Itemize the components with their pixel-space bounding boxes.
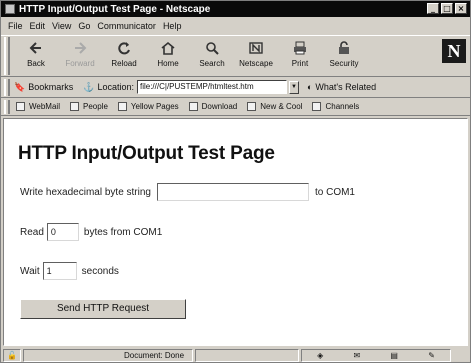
- security-status-icon[interactable]: 🔓: [3, 348, 21, 362]
- wait-label: Wait: [20, 265, 40, 277]
- location-input[interactable]: file:///C|/PUSTEMP/htmltest.htm: [136, 80, 287, 94]
- personal-item-label: New & Cool: [260, 102, 303, 111]
- wait-seconds-input[interactable]: 1: [42, 262, 77, 280]
- menu-edit[interactable]: Edit: [30, 21, 46, 31]
- reload-icon: [115, 39, 133, 57]
- home-icon: [159, 39, 177, 57]
- menu-communicator[interactable]: Communicator: [97, 21, 156, 31]
- navigator-icon[interactable]: ◈: [317, 351, 323, 360]
- home-label: Home: [157, 59, 179, 68]
- progress-bar: [195, 348, 299, 362]
- personal-item-label: People: [82, 102, 108, 111]
- location-toolbar: 🔖 Bookmarks ⚓ Location: file:///C|/PUSTE…: [1, 77, 470, 98]
- write-row: Write hexadecimal byte string to COM1: [20, 183, 355, 201]
- navigation-toolbar: Back Forward Reload Home Search Netscape…: [1, 35, 470, 77]
- forward-button[interactable]: Forward: [58, 36, 102, 76]
- composer-icon[interactable]: ✎: [428, 351, 435, 360]
- wait-row: Wait 1 seconds: [20, 262, 119, 280]
- status-bar: 🔓 Document: Done ◈ ✉ ▤ ✎: [1, 347, 470, 363]
- personal-item-new-cool[interactable]: New & Cool: [247, 102, 302, 111]
- wait-unit-label: seconds: [81, 265, 119, 277]
- personal-item-channels[interactable]: Channels: [312, 102, 359, 111]
- home-button[interactable]: Home: [146, 36, 190, 76]
- search-label: Search: [199, 59, 225, 68]
- page-icon: [247, 102, 257, 111]
- personal-item-label: Download: [201, 102, 238, 111]
- whats-related-label: What's Related: [315, 82, 377, 92]
- folder-icon: [312, 102, 322, 111]
- write-label: Write hexadecimal byte string: [20, 186, 151, 198]
- app-icon: [5, 4, 15, 14]
- menu-help[interactable]: Help: [163, 21, 182, 31]
- back-arrow-icon: [27, 39, 45, 57]
- discussion-icon[interactable]: ▤: [390, 351, 398, 360]
- personal-toolbar: WebMail People Yellow Pages Download New…: [1, 98, 470, 116]
- title-bar: HTTP Input/Output Test Page - Netscape _…: [1, 1, 470, 17]
- personal-item-download[interactable]: Download: [188, 102, 238, 111]
- page-icon: [69, 102, 79, 111]
- read-bytes-input[interactable]: 0: [46, 223, 79, 241]
- back-button[interactable]: Back: [14, 36, 58, 76]
- write-hex-input[interactable]: [156, 183, 309, 201]
- menu-bar: File Edit View Go Communicator Help: [1, 17, 470, 34]
- page-icon: [16, 102, 25, 111]
- personal-item-webmail[interactable]: WebMail: [16, 102, 60, 111]
- personal-grip[interactable]: [4, 99, 10, 114]
- read-target-label: bytes from COM1: [83, 226, 163, 238]
- whats-related-button[interactable]: ◐ What's Related: [307, 82, 376, 92]
- reload-label: Reload: [111, 59, 137, 68]
- page-title: HTTP Input/Output Test Page: [18, 143, 275, 164]
- personal-item-people[interactable]: People: [69, 102, 108, 111]
- menu-view[interactable]: View: [52, 21, 71, 31]
- page-icon: [117, 102, 127, 111]
- netscape-icon: [247, 39, 265, 57]
- close-button[interactable]: ×: [455, 3, 467, 14]
- read-label: Read: [20, 226, 44, 238]
- minimize-button[interactable]: _: [427, 3, 439, 14]
- write-target-label: to COM1: [314, 186, 355, 198]
- back-label: Back: [27, 59, 45, 68]
- print-label: Print: [291, 59, 309, 68]
- security-lock-icon: [335, 39, 353, 57]
- security-button[interactable]: Security: [322, 36, 366, 76]
- search-button[interactable]: Search: [190, 36, 234, 76]
- bookmarks-label: Bookmarks: [28, 82, 74, 92]
- location-dropdown[interactable]: ▼: [288, 80, 299, 94]
- browser-window: HTTP Input/Output Test Page - Netscape _…: [0, 0, 471, 363]
- location-label: Location:: [97, 82, 134, 92]
- component-bar: ◈ ✉ ▤ ✎: [301, 348, 451, 362]
- personal-item-label: Channels: [325, 102, 360, 111]
- netscape-button[interactable]: Netscape: [234, 36, 278, 76]
- bookmarks-button[interactable]: 🔖 Bookmarks: [14, 82, 73, 93]
- window-title: HTTP Input/Output Test Page - Netscape: [19, 3, 211, 15]
- personal-item-yellow-pages[interactable]: Yellow Pages: [117, 102, 179, 111]
- status-text: Document: Done: [23, 348, 193, 362]
- personal-item-label: Yellow Pages: [130, 102, 179, 111]
- page-content: HTTP Input/Output Test Page Write hexade…: [3, 118, 468, 346]
- menu-go[interactable]: Go: [78, 21, 90, 31]
- print-button[interactable]: Print: [278, 36, 322, 76]
- netscape-logo[interactable]: N: [442, 39, 466, 63]
- mail-icon[interactable]: ✉: [353, 351, 360, 360]
- security-label: Security: [329, 59, 359, 68]
- send-http-request-button[interactable]: Send HTTP Request: [20, 299, 186, 319]
- reload-button[interactable]: Reload: [102, 36, 146, 76]
- window-controls: _ □ ×: [427, 3, 467, 14]
- bookmarks-icon: 🔖: [14, 81, 26, 92]
- whats-related-icon: ◐: [306, 82, 313, 92]
- netscape-label: Netscape: [239, 59, 273, 68]
- menu-file[interactable]: File: [8, 21, 23, 31]
- forward-label: Forward: [65, 59, 95, 68]
- read-row: Read 0 bytes from COM1: [20, 223, 162, 241]
- personal-item-label: WebMail: [29, 102, 60, 111]
- maximize-button[interactable]: □: [441, 3, 453, 14]
- toolbar-grip[interactable]: [4, 37, 10, 75]
- search-icon: [203, 39, 221, 57]
- forward-arrow-icon: [71, 39, 89, 57]
- page-icon: [188, 102, 198, 111]
- location-grip[interactable]: [4, 78, 10, 96]
- print-icon: [291, 39, 309, 57]
- location-icon: ⚓: [83, 81, 95, 92]
